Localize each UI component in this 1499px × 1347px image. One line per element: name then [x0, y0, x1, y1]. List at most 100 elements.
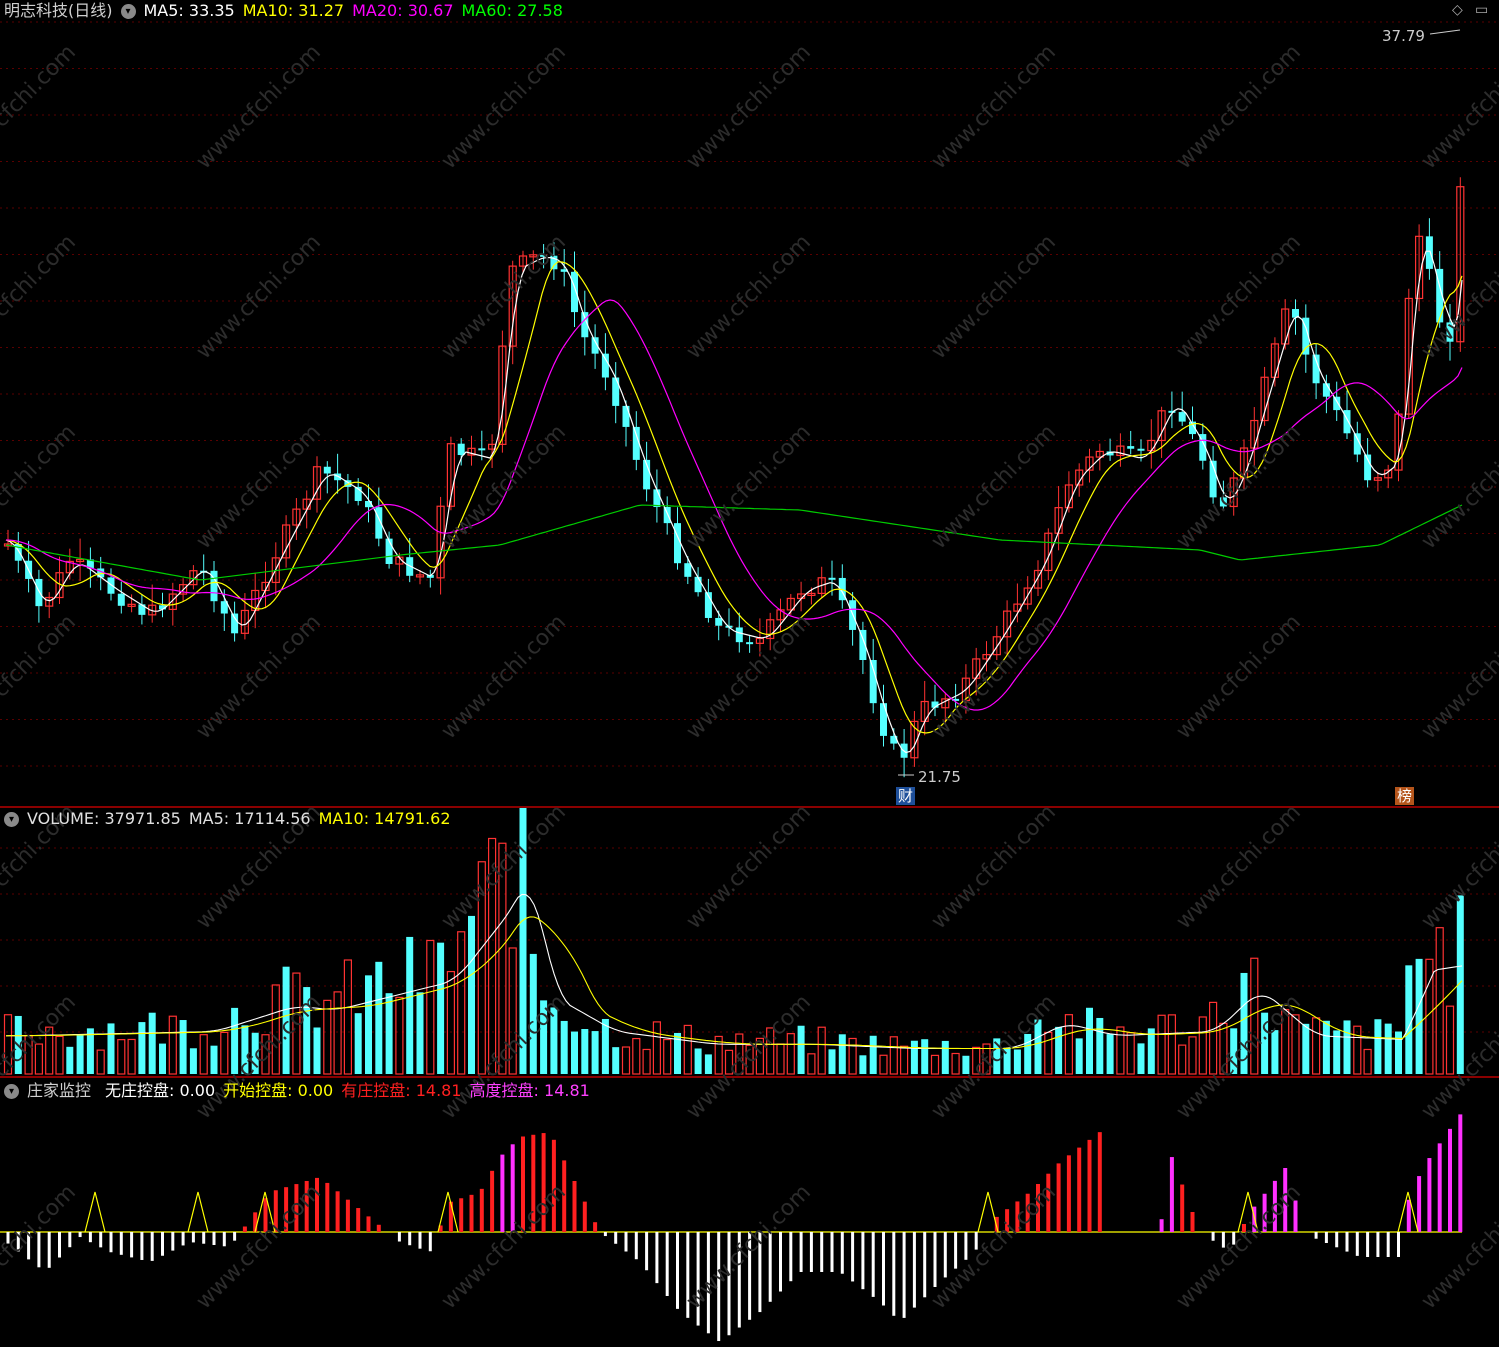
chevron-down-icon[interactable]: ▾ — [120, 4, 136, 19]
no-control-bar — [912, 1232, 916, 1308]
no-control-bar — [130, 1232, 134, 1258]
volume-bar — [921, 1039, 929, 1074]
volume-bar — [612, 1047, 620, 1074]
candle-body — [1322, 383, 1330, 397]
volume-bar — [1363, 1048, 1372, 1075]
no-control-bar — [408, 1232, 412, 1246]
volume-bar — [385, 993, 393, 1074]
has-control-legend: 有庄控盘: 14.81 — [341, 1081, 462, 1100]
volume-bar — [375, 961, 383, 1074]
no-control-bar — [418, 1232, 422, 1249]
control-bar — [1448, 1128, 1452, 1232]
volume-bar — [1291, 1014, 1300, 1075]
volume-bar — [468, 915, 475, 1074]
volume-bar — [365, 975, 372, 1074]
no-control-bar — [624, 1232, 628, 1252]
volume-bar — [1064, 1014, 1074, 1075]
volume-panel[interactable]: ▾ VOLUME: 37971.85 MA5: 17114.56 MA10: 1479… — [0, 808, 1499, 1076]
volume-bar — [838, 1034, 846, 1074]
no-control-bar — [974, 1232, 978, 1250]
candle-body — [715, 617, 723, 626]
volume-bar — [1003, 1047, 1011, 1074]
volume-bar — [1343, 1020, 1351, 1074]
control-bar — [1066, 1155, 1071, 1232]
no-control-bar — [37, 1232, 41, 1268]
no-control-bar — [140, 1232, 144, 1260]
volume-bar — [1167, 1014, 1177, 1075]
no-control-bar — [1314, 1232, 1318, 1239]
start-control-marker — [84, 1191, 106, 1233]
volume-bar — [159, 1043, 166, 1074]
candle-body — [1127, 446, 1135, 449]
volume-bar — [704, 1054, 712, 1074]
no-control-bar — [943, 1232, 947, 1278]
control-bar — [242, 1226, 247, 1232]
volume-bar — [879, 1054, 888, 1075]
volume-bar — [807, 1053, 816, 1075]
candle-body — [653, 489, 661, 508]
volume-bar — [333, 991, 342, 1075]
volume-bar — [1281, 1008, 1290, 1075]
volume-bar — [168, 1015, 177, 1075]
no-control-bar — [1386, 1232, 1390, 1257]
volume-bar — [560, 1020, 568, 1074]
no-control-bar — [676, 1232, 679, 1309]
volume-bar — [437, 942, 445, 1074]
no-control-bar — [799, 1232, 803, 1272]
chevron-down-icon[interactable]: ▾ — [4, 1084, 19, 1099]
volume-bar — [343, 959, 352, 1075]
control-bar — [1046, 1173, 1051, 1232]
volume-bar — [1157, 1014, 1166, 1075]
volume-bar — [395, 996, 404, 1075]
volume-bar — [271, 984, 280, 1075]
earnings-event-tag[interactable]: 财 — [896, 787, 916, 805]
volume-bar — [817, 1026, 826, 1075]
no-control-bar — [222, 1232, 226, 1247]
control-bar — [1087, 1139, 1092, 1232]
no-control-bar — [88, 1232, 92, 1243]
price-chart-panel[interactable]: 明志科技(日线) ▾ MA5: 33.35 MA10: 31.27 MA20: 30.6… — [0, 0, 1499, 806]
volume-bar — [323, 999, 332, 1075]
volume-bar — [1384, 1023, 1392, 1074]
volume-bar — [652, 1021, 662, 1075]
control-bar — [1015, 1201, 1020, 1232]
no-control-bar — [645, 1232, 649, 1271]
candle-body — [1425, 236, 1433, 269]
volume-bar — [571, 1031, 578, 1074]
start-control-legend: 开始控盘: 0.00 — [223, 1081, 334, 1100]
volume-bar — [869, 1035, 877, 1074]
ma5-line — [5, 250, 1463, 754]
no-control-bar — [191, 1232, 195, 1243]
no-control-bar — [861, 1232, 865, 1290]
candle-body — [117, 593, 125, 606]
volume-legend: VOLUME: 37971.85 — [27, 809, 181, 828]
volume-bar — [189, 1048, 197, 1074]
volume-bar — [694, 1048, 702, 1074]
control-bar — [263, 1198, 268, 1232]
control-bar — [1437, 1143, 1442, 1232]
volume-bar — [786, 1033, 795, 1075]
candle-body — [612, 377, 620, 406]
control-bar — [1077, 1147, 1082, 1232]
control-bar — [1242, 1224, 1246, 1232]
volume-bar — [354, 1013, 362, 1074]
chevron-down-icon[interactable]: ▾ — [4, 812, 19, 827]
no-control-bar — [779, 1232, 782, 1292]
volume-bar — [601, 1018, 609, 1074]
volume-bar — [127, 1038, 136, 1075]
volume-bar — [1106, 1034, 1114, 1074]
no-control-bar — [1335, 1232, 1339, 1248]
control-bar — [315, 1177, 319, 1232]
ma5-legend: MA5: 33.35 — [143, 1, 235, 20]
volume-bar — [1250, 957, 1259, 1075]
volume-bar — [766, 1027, 775, 1075]
volume-bar — [899, 1045, 909, 1075]
no-control-bar — [78, 1232, 82, 1238]
ranking-event-tag[interactable]: 榜 — [1395, 787, 1415, 805]
volume-bar — [14, 1015, 22, 1074]
candlestick-chart — [0, 21, 1499, 778]
indicator-panel[interactable]: ▾ 庄家监控 无庄控盘: 0.00 开始控盘: 0.00 有庄控盘: 14.81 高度控盘… — [0, 1080, 1499, 1347]
volume-bar — [313, 1027, 321, 1074]
no-control-bar — [1376, 1232, 1380, 1257]
volume-bar — [1055, 1026, 1063, 1074]
